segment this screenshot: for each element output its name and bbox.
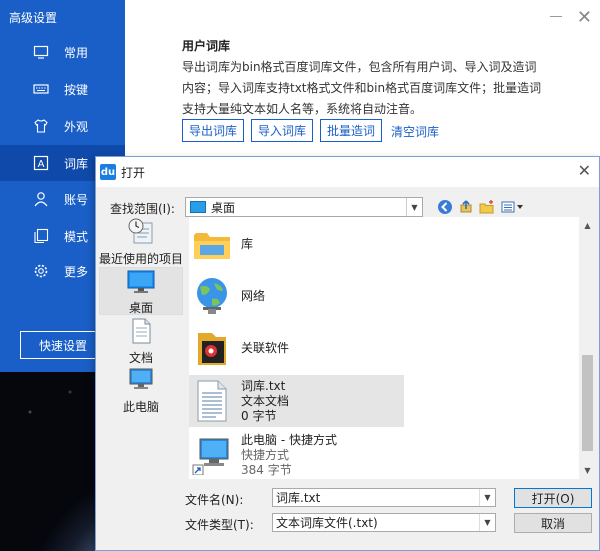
filename-label: 文件名(N): — [185, 493, 244, 507]
batch-create-button[interactable]: 批量造词 — [320, 119, 382, 142]
text-file-icon — [192, 379, 232, 422]
documents-icon — [126, 316, 156, 349]
look-in-label: 查找范围(I): — [110, 202, 175, 216]
computer-icon — [126, 365, 156, 398]
close-icon[interactable]: ✕ — [577, 7, 592, 28]
computer-shortcut-icon — [192, 433, 232, 476]
dialog-title: 打开 — [121, 166, 146, 180]
file-size: 0 字节 — [241, 409, 277, 423]
filetype-value: 文本词库文件(.txt) — [276, 516, 378, 530]
scroll-up-icon[interactable]: ▲ — [579, 217, 596, 234]
view-menu-icon[interactable] — [500, 198, 526, 216]
section-title: 用户词库 — [182, 39, 231, 53]
cancel-button[interactable]: 取消 — [514, 513, 592, 533]
file-list-scrollbar[interactable]: ▲ ▼ — [579, 217, 596, 479]
file-item-library[interactable]: 库 — [189, 219, 404, 269]
file-list: 库 网络 关联软件 词库.txt 文本文档 0 字节 此电脑 - 快捷方式 快捷… — [189, 217, 586, 479]
shirt-icon — [33, 118, 49, 134]
nav-item-appearance[interactable]: 外观 — [0, 108, 125, 144]
file-name: 网络 — [241, 289, 266, 303]
export-lexicon-button[interactable]: 导出词库 — [182, 119, 244, 142]
chevron-down-icon[interactable]: ▼ — [479, 514, 495, 531]
file-size: 384 字节 — [241, 463, 292, 477]
nav-label: 模式 — [64, 229, 89, 244]
chevron-down-icon: ▼ — [406, 198, 422, 216]
gear-icon — [33, 263, 49, 279]
dialog-titlebar: du 打开 ✕ — [96, 157, 599, 187]
open-file-dialog: du 打开 ✕ 查找范围(I): 桌面 ▼ 最近使用的项目 桌面 文档 此电脑 … — [95, 156, 600, 551]
look-in-dropdown[interactable]: 桌面 ▼ — [185, 197, 423, 217]
place-label: 桌面 — [128, 301, 153, 315]
look-in-value: 桌面 — [211, 200, 236, 215]
settings-window-title: 高级设置 — [9, 11, 58, 25]
place-documents[interactable]: 文档 — [99, 316, 183, 365]
desktop-small-icon — [190, 201, 206, 213]
baidu-input-logo-icon: du — [100, 164, 116, 180]
filetype-label: 文件类型(T): — [185, 518, 254, 532]
place-label: 此电脑 — [122, 400, 159, 414]
new-folder-icon[interactable] — [478, 198, 496, 216]
places-bar: 最近使用的项目 桌面 文档 此电脑 — [99, 217, 183, 467]
chevron-down-icon[interactable]: ▼ — [479, 489, 495, 506]
folder-icon — [192, 327, 232, 369]
scrollbar-thumb[interactable] — [582, 355, 593, 451]
filetype-dropdown[interactable]: 文本词库文件(.txt) ▼ — [272, 513, 496, 532]
open-button[interactable]: 打开(O) — [514, 488, 592, 508]
nav-label: 词库 — [64, 156, 89, 171]
back-icon[interactable] — [436, 198, 454, 216]
up-folder-icon[interactable] — [457, 198, 475, 216]
file-name: 关联软件 — [241, 341, 290, 355]
user-icon — [33, 191, 49, 207]
filename-input[interactable]: 词库.txt ▼ — [272, 488, 496, 507]
library-folder-icon — [192, 223, 232, 265]
dialog-close-icon[interactable]: ✕ — [578, 161, 591, 180]
lexicon-icon: A — [33, 155, 49, 171]
nav-label: 更多 — [64, 264, 89, 279]
desktop-icon — [126, 268, 156, 299]
section-description: 导出词库为bin格式百度词库文件，包含所有用户词、导入词及造词内容；导入词库支持… — [182, 60, 542, 116]
filename-value: 词库.txt — [276, 491, 321, 505]
network-icon — [192, 275, 232, 317]
nav-item-common[interactable]: 常用 — [0, 34, 125, 70]
minimize-icon[interactable] — [550, 16, 562, 17]
file-item-this-pc-shortcut[interactable]: 此电脑 - 快捷方式 快捷方式 384 字节 — [189, 429, 404, 479]
nav-item-keys[interactable]: 按键 — [0, 71, 125, 107]
nav-label: 按键 — [64, 82, 89, 97]
clear-lexicon-link[interactable]: 清空词库 — [391, 123, 439, 140]
quick-setup-button[interactable]: 快速设置 — [20, 331, 106, 359]
place-label: 文档 — [128, 351, 153, 365]
scroll-down-icon[interactable]: ▼ — [579, 462, 596, 479]
nav-label: 账号 — [64, 192, 89, 207]
file-name: 库 — [241, 237, 254, 251]
place-this-pc[interactable]: 此电脑 — [99, 365, 183, 414]
place-desktop[interactable]: 桌面 — [99, 267, 183, 315]
keyboard-icon — [33, 81, 49, 97]
place-recent[interactable]: 最近使用的项目 — [99, 217, 184, 266]
svg-text:A: A — [38, 159, 45, 170]
file-item-lexicon-txt[interactable]: 词库.txt 文本文档 0 字节 — [189, 375, 404, 427]
monitor-icon — [33, 44, 49, 60]
nav-label: 外观 — [64, 119, 89, 134]
place-label: 最近使用的项目 — [99, 252, 184, 266]
nav-label: 常用 — [64, 45, 89, 60]
file-item-network[interactable]: 网络 — [189, 271, 404, 321]
import-lexicon-button[interactable]: 导入词库 — [251, 119, 313, 142]
copy-icon — [33, 228, 49, 244]
file-item-associated-software[interactable]: 关联软件 — [189, 323, 404, 373]
recent-icon — [126, 217, 156, 250]
